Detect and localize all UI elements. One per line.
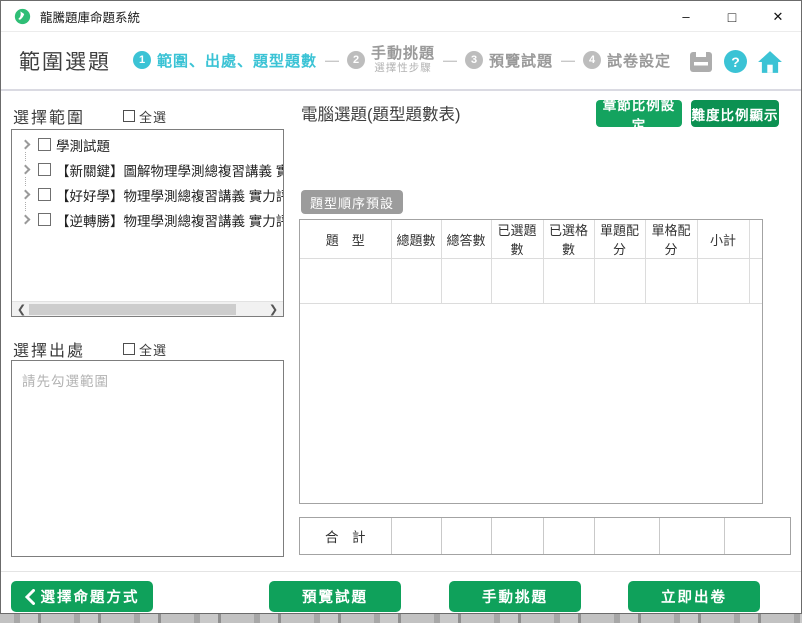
step-separator: — bbox=[561, 52, 575, 68]
total-cell bbox=[543, 518, 594, 554]
cell[interactable] bbox=[300, 259, 391, 304]
computer-selection-title: 電腦選題(題型題數表) bbox=[301, 101, 461, 125]
item-checkbox[interactable] bbox=[38, 163, 51, 176]
horizontal-scrollbar[interactable]: ❮ ❯ bbox=[12, 301, 283, 316]
question-type-table: 題 型 總題數 總答數 已選題數 已選格數 單題配分 單格配分 小計 bbox=[300, 220, 762, 304]
item-checkbox[interactable] bbox=[38, 213, 51, 226]
col-question-type: 題 型 bbox=[300, 220, 391, 259]
step-2-circle: 2 bbox=[347, 51, 365, 69]
difficulty-ratio-button[interactable]: 難度比例顯示 bbox=[691, 100, 779, 127]
total-label: 合 計 bbox=[300, 518, 391, 554]
question-type-table-container: 題 型 總題數 總答數 已選題數 已選格數 單題配分 單格配分 小計 bbox=[299, 219, 763, 504]
source-select-all[interactable]: 全選 bbox=[123, 340, 167, 359]
app-logo-icon bbox=[14, 8, 31, 25]
total-table: 合 計 bbox=[300, 518, 790, 554]
total-cell bbox=[594, 518, 659, 554]
window-title: 龍騰題庫命題系統 bbox=[40, 7, 140, 26]
title-bar: 龍騰題庫命題系統 – □ ✕ bbox=[1, 1, 801, 32]
preview-questions-button[interactable]: 預覽試題 bbox=[269, 581, 401, 612]
generate-paper-button[interactable]: 立即出卷 bbox=[628, 581, 760, 612]
wizard-steps: 1 範圍、出處、題型題數 — 2 手動挑題 選擇性步驟 — 3 預覽試題 — 4… bbox=[133, 46, 671, 74]
cell[interactable] bbox=[391, 259, 441, 304]
col-total-questions: 總題數 bbox=[391, 220, 441, 259]
home-icon[interactable] bbox=[757, 49, 783, 75]
back-to-method-button[interactable]: 選擇命題方式 bbox=[11, 581, 153, 612]
expander-icon[interactable] bbox=[21, 165, 31, 175]
total-cell bbox=[659, 518, 724, 554]
save-icon[interactable] bbox=[688, 49, 714, 75]
step-4-circle: 4 bbox=[583, 51, 601, 69]
source-section-title: 選擇出處 bbox=[13, 337, 85, 361]
page-title: 範圍選題 bbox=[19, 46, 111, 76]
cell bbox=[749, 259, 762, 304]
chapter-ratio-button[interactable]: 章節比例設定 bbox=[596, 100, 682, 127]
range-tree-item[interactable]: 學測試題 bbox=[12, 132, 283, 157]
range-tree-item[interactable]: 【新關鍵】圖解物理學測總複習講義 實力評量 bbox=[12, 157, 283, 182]
total-row-container: 合 計 bbox=[299, 517, 791, 555]
maximize-button[interactable]: □ bbox=[709, 1, 755, 32]
step-4-paper-settings[interactable]: 4 試卷設定 bbox=[583, 50, 671, 71]
table-row bbox=[300, 259, 762, 304]
cell[interactable] bbox=[645, 259, 697, 304]
range-tree-item[interactable]: 【好好學】物理學測總複習講義 實力評量 bbox=[12, 182, 283, 207]
step-1-range[interactable]: 1 範圍、出處、題型題數 bbox=[133, 50, 317, 71]
total-cell bbox=[491, 518, 543, 554]
total-cell bbox=[441, 518, 491, 554]
cell[interactable] bbox=[491, 259, 543, 304]
help-icon[interactable]: ? bbox=[724, 50, 747, 73]
source-placeholder: 請先勾選範圍 bbox=[22, 370, 283, 390]
range-tree-panel: 學測試題 【新關鍵】圖解物理學測總複習講義 實力評量 【好好學】物理學測總複習講… bbox=[11, 129, 284, 317]
item-checkbox[interactable] bbox=[38, 188, 51, 201]
col-total-answers: 總答數 bbox=[441, 220, 491, 259]
step-3-circle: 3 bbox=[465, 51, 483, 69]
item-checkbox[interactable] bbox=[38, 138, 51, 151]
range-select-all-checkbox[interactable] bbox=[123, 110, 135, 122]
scroll-right-icon[interactable]: ❯ bbox=[266, 302, 281, 317]
step-2-manual-pick[interactable]: 2 手動挑題 選擇性步驟 bbox=[347, 46, 435, 74]
col-selected-questions: 已選題數 bbox=[491, 220, 543, 259]
cell[interactable] bbox=[441, 259, 491, 304]
col-subtotal: 小計 bbox=[697, 220, 749, 259]
step-1-circle: 1 bbox=[133, 51, 151, 69]
taskbar-edge bbox=[0, 614, 802, 623]
app-window: 龍騰題庫命題系統 – □ ✕ 範圍選題 1 範圍、出處、題型題數 — 2 手動挑… bbox=[0, 0, 802, 614]
col-extra bbox=[749, 220, 762, 259]
source-select-all-checkbox[interactable] bbox=[123, 343, 135, 355]
step-3-preview[interactable]: 3 預覽試題 bbox=[465, 50, 553, 71]
total-row: 合 計 bbox=[300, 518, 790, 554]
back-chevron-icon bbox=[25, 589, 35, 605]
scrollbar-thumb[interactable] bbox=[29, 304, 236, 315]
question-order-badge[interactable]: 題型順序預設 bbox=[301, 190, 403, 214]
manual-pick-button[interactable]: 手動挑題 bbox=[449, 581, 581, 612]
total-cell bbox=[724, 518, 790, 554]
col-points-per-question: 單題配分 bbox=[594, 220, 645, 259]
bottom-divider bbox=[1, 571, 801, 572]
range-select-all[interactable]: 全選 bbox=[123, 107, 167, 126]
range-section-title: 選擇範圍 bbox=[13, 104, 85, 128]
close-button[interactable]: ✕ bbox=[755, 1, 801, 32]
col-points-per-blank: 單格配分 bbox=[645, 220, 697, 259]
expander-icon[interactable] bbox=[21, 140, 31, 150]
expander-icon[interactable] bbox=[21, 190, 31, 200]
wizard-nav: 範圍選題 1 範圍、出處、題型題數 — 2 手動挑題 選擇性步驟 — 3 預覽試… bbox=[1, 32, 801, 91]
range-tree-item[interactable]: 【逆轉勝】物理學測總複習講義 實力評量 bbox=[12, 207, 283, 232]
scroll-left-icon[interactable]: ❮ bbox=[14, 302, 29, 317]
total-cell bbox=[391, 518, 441, 554]
step-separator: — bbox=[443, 52, 457, 68]
cell[interactable] bbox=[594, 259, 645, 304]
step-separator: — bbox=[325, 52, 339, 68]
col-selected-blanks: 已選格數 bbox=[543, 220, 594, 259]
source-list-panel: 請先勾選範圍 bbox=[11, 360, 284, 557]
table-header-row: 題 型 總題數 總答數 已選題數 已選格數 單題配分 單格配分 小計 bbox=[300, 220, 762, 259]
expander-icon[interactable] bbox=[21, 215, 31, 225]
minimize-button[interactable]: – bbox=[663, 1, 709, 32]
cell[interactable] bbox=[697, 259, 749, 304]
cell[interactable] bbox=[543, 259, 594, 304]
